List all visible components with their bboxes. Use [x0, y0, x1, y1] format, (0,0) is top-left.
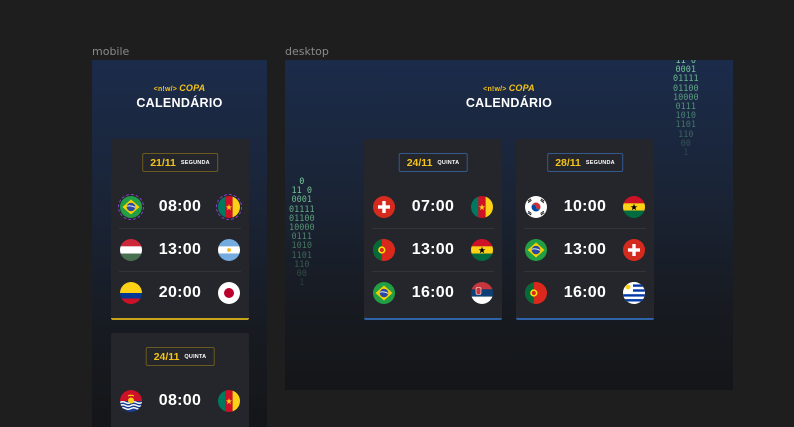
uruguay-flag-icon — [623, 282, 645, 304]
match-row[interactable]: 10:00 — [516, 185, 654, 228]
match-row[interactable]: 16:00 — [364, 271, 502, 314]
day-card: 28/11 SEGUNDA 10:00 13:00 16:00 — [516, 139, 654, 320]
date-badge: 24/11 QUINTA — [145, 347, 215, 366]
south-korea-flag-icon — [525, 196, 547, 218]
brazil-flag-icon — [525, 239, 547, 261]
weekday-text: SEGUNDA — [585, 159, 615, 166]
portugal-flag-icon — [373, 239, 395, 261]
colombia-flag-icon — [120, 282, 142, 304]
page-title: CALENDÁRIO — [136, 96, 223, 110]
mobile-frame[interactable]: <n!w/> COPA CALENDÁRIO 21/11 SEGUNDA 08:… — [92, 60, 267, 427]
day-card: 21/11 SEGUNDA 08:00 13:00 20:00 — [111, 139, 249, 320]
date-text: 24/11 — [406, 156, 433, 169]
desktop-frame-label: desktop — [285, 45, 329, 58]
binary-decoration-left: 0 11 0 0001 01111 01100 10000 0111 1010 1101 110 0… — [289, 177, 315, 289]
date-text: 24/11 — [153, 350, 180, 363]
weekday-text: SEGUNDA — [180, 159, 210, 166]
ghana-flag-icon — [623, 196, 645, 218]
match-row[interactable]: 08:00 — [111, 379, 249, 422]
match-time: 16:00 — [411, 283, 455, 301]
day-card: 24/11 QUINTA 07:00 13:00 16:00 — [364, 139, 502, 320]
brazil-flag-icon — [373, 282, 395, 304]
weekday-text: QUINTA — [437, 159, 460, 166]
brand-logo: <n!w/> COPA — [153, 83, 206, 93]
day-card: 24/11 QUINTA 08:00 — [111, 333, 249, 427]
match-time: 13:00 — [158, 240, 202, 258]
match-time: 08:00 — [158, 391, 202, 409]
brazil-flag-icon[interactable] — [118, 193, 144, 220]
date-text: 28/11 — [555, 156, 581, 169]
serbia-flag-icon — [471, 282, 493, 304]
match-time: 10:00 — [563, 197, 607, 215]
cameroon-flag-icon — [471, 196, 493, 218]
kiribati-flag-icon — [120, 390, 142, 412]
match-row[interactable]: 20:00 — [111, 271, 249, 314]
match-row[interactable]: 16:00 — [516, 271, 654, 314]
match-row[interactable]: 08:00 — [111, 185, 249, 228]
cameroon-flag-icon — [218, 390, 240, 412]
ghana-flag-icon — [471, 239, 493, 261]
date-badge: 28/11 SEGUNDA — [547, 153, 623, 172]
match-time: 08:00 — [158, 197, 202, 215]
desktop-frame[interactable]: 0 11 0 0001 01111 01100 10000 0111 1010 1101 110 0… — [285, 60, 733, 390]
argentina-flag-icon — [218, 239, 240, 261]
weekday-text: QUINTA — [184, 353, 207, 360]
match-row[interactable]: 13:00 — [364, 228, 502, 271]
match-row[interactable]: 13:00 — [111, 228, 249, 271]
match-row[interactable]: 07:00 — [364, 185, 502, 228]
japan-flag-icon — [218, 282, 240, 304]
page-title: CALENDÁRIO — [465, 96, 553, 110]
switzerland-flag-icon — [373, 196, 395, 218]
brand-logo: <n!w/> COPA — [483, 83, 535, 93]
binary-line: 1 — [683, 148, 689, 159]
match-time: 13:00 — [411, 240, 455, 258]
match-time: 13:00 — [563, 240, 607, 258]
portugal-flag-icon — [525, 282, 547, 304]
match-time: 20:00 — [158, 283, 202, 301]
match-row[interactable]: 13:00 — [516, 228, 654, 271]
switzerland-flag-icon — [623, 239, 645, 261]
hungary-flag-icon — [120, 239, 142, 261]
date-badge: 24/11 QUINTA — [398, 153, 468, 172]
date-text: 21/11 — [150, 156, 176, 169]
cameroon-flag-icon[interactable] — [215, 193, 242, 220]
mobile-frame-label: mobile — [92, 45, 130, 58]
date-badge: 21/11 SEGUNDA — [142, 153, 218, 172]
match-time: 16:00 — [563, 283, 607, 301]
binary-line: 1 — [299, 278, 305, 289]
match-time: 07:00 — [411, 197, 455, 215]
